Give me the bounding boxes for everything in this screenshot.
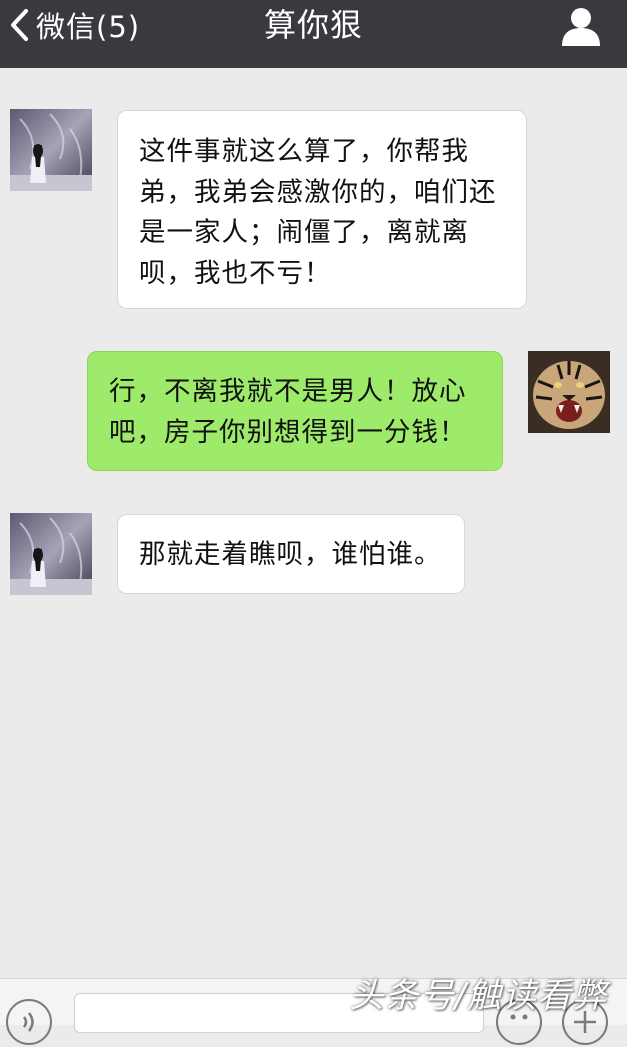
tiger-avatar-image	[528, 351, 610, 433]
profile-button[interactable]	[559, 6, 603, 46]
contact-avatar[interactable]	[10, 513, 92, 595]
message-bubble-received: 那就走着瞧呗，谁怕谁。	[117, 514, 465, 594]
chat-header: 微信(5) 算你狠	[0, 0, 627, 68]
message-line: 弟，我弟会感激你的，咱们还	[139, 176, 497, 208]
chat-title: 算你狠	[263, 6, 363, 44]
voice-button[interactable]	[6, 999, 52, 1045]
message-line: 这件事就这么算了，你帮我	[139, 136, 469, 167]
contact-avatar[interactable]	[10, 109, 92, 191]
message-bubble-sent: 行，不离我就不是男人！放心 吧，房子你别想得到一分钱！	[87, 351, 503, 471]
message-line: 那就走着瞧呗，谁怕谁。	[139, 539, 442, 570]
message-line: 吧，房子你别想得到一分钱！	[109, 416, 467, 448]
message-line: 行，不离我就不是男人！放心	[109, 376, 467, 407]
message-line: 是一家人；闹僵了，离就离	[139, 217, 469, 248]
message-bubble-received: 这件事就这么算了，你帮我 弟，我弟会感激你的，咱们还 是一家人；闹僵了，离就离 …	[117, 110, 527, 309]
voice-icon	[22, 1012, 34, 1032]
self-avatar[interactable]	[528, 351, 610, 433]
girl-painting-avatar-image	[10, 513, 92, 595]
watermark: 头条号/触读看弊	[349, 976, 607, 1016]
girl-painting-avatar-image	[10, 109, 92, 191]
user-icon	[562, 8, 600, 46]
message-line: 呗，我也不亏！	[139, 257, 332, 289]
